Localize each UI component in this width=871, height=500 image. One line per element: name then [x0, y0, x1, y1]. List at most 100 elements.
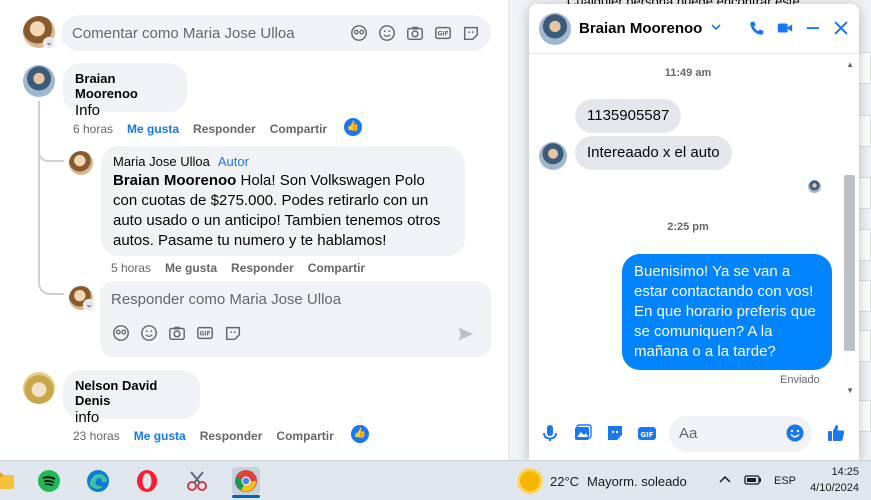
scroll-down-arrow[interactable]: ▼: [846, 386, 854, 395]
gif-icon[interactable]: GIF: [636, 422, 658, 444]
image-icon[interactable]: [571, 422, 593, 444]
avatar-sticker-icon[interactable]: [350, 24, 368, 42]
clock-date: 4/10/2024: [810, 482, 859, 494]
gif-icon[interactable]: GIF: [196, 324, 214, 342]
comment-time[interactable]: 23 horas: [73, 429, 120, 443]
minimize-icon[interactable]: [803, 18, 823, 38]
sticker-icon[interactable]: [462, 24, 480, 42]
emoji-icon[interactable]: [784, 422, 806, 444]
comment-bubble: Braian Moorenoo Info: [63, 63, 187, 119]
seen-avatar: [808, 180, 821, 193]
like-reaction-icon[interactable]: 👍: [351, 425, 369, 443]
reply-author[interactable]: Maria Jose Ulloa: [113, 154, 210, 169]
comments-panel: ⌄ Comentar como Maria Jose Ulloa GIF Bra…: [0, 0, 509, 460]
message-input-placeholder: Aa: [679, 425, 698, 442]
message-timestamp: 2:25 pm: [667, 221, 709, 233]
avatar-maria[interactable]: [69, 151, 93, 175]
camera-icon[interactable]: [168, 324, 186, 342]
comment-actions: 23 horas Me gusta Responder Compartir: [73, 429, 334, 443]
comment-input-placeholder: Comentar como Maria Jose Ulloa: [72, 25, 295, 42]
chat-contact-avatar[interactable]: [539, 13, 571, 45]
message-in[interactable]: 1135905587: [575, 99, 682, 133]
thread-connector: [38, 161, 64, 295]
mention-link[interactable]: Braian Moorenoo: [113, 172, 236, 189]
comment-author[interactable]: Nelson David Denis: [75, 378, 188, 408]
scroll-up-arrow[interactable]: ▲: [846, 60, 854, 69]
comment-time[interactable]: 6 horas: [73, 122, 113, 136]
author-badge: Autor: [217, 154, 249, 169]
reply-input-tools: GIF: [112, 324, 242, 342]
reply-bubble: Maria Jose Ulloa Autor Braian Moorenoo Ho…: [101, 146, 465, 256]
sender-avatar[interactable]: [539, 142, 567, 170]
windows-taskbar: 22°C Mayorm. soleado ESP 14:25 4/10/2024: [0, 460, 871, 500]
active-app-indicator: [232, 495, 260, 498]
reply-button[interactable]: Responder: [193, 122, 256, 136]
chevron-down-icon[interactable]: [710, 21, 722, 36]
svg-text:GIF: GIF: [200, 332, 211, 338]
weather-widget[interactable]: 22°C Mayorm. soleado: [520, 461, 687, 500]
system-clock[interactable]: 14:25 4/10/2024: [810, 464, 859, 496]
weather-description: Mayorm. soleado: [587, 473, 687, 489]
video-call-icon[interactable]: [775, 18, 795, 38]
chat-contact-name[interactable]: Braian Moorenoo: [579, 20, 702, 37]
sticker-icon[interactable]: [604, 422, 626, 444]
chevron-up-icon[interactable]: [718, 473, 732, 490]
avatar-sticker-icon[interactable]: [112, 324, 130, 342]
comment-author[interactable]: Braian Moorenoo: [75, 71, 175, 101]
reply-text-wrap: Braian Moorenoo Hola! Son Volkswagen Pol…: [113, 171, 453, 251]
share-button[interactable]: Compartir: [270, 122, 327, 136]
snipping-tool-icon[interactable]: [183, 467, 211, 495]
reply-input[interactable]: Responder como Maria Jose Ulloa: [100, 281, 491, 357]
like-button[interactable]: Me gusta: [165, 261, 217, 275]
svg-text:GIF: GIF: [640, 431, 653, 439]
like-reaction-icon[interactable]: 👍: [344, 118, 362, 136]
close-icon[interactable]: [831, 18, 851, 38]
chrome-icon[interactable]: [232, 467, 260, 495]
reply-author-line: Maria Jose Ulloa Autor: [113, 154, 453, 169]
like-button[interactable]: Me gusta: [134, 429, 186, 443]
emoji-icon[interactable]: [378, 24, 396, 42]
messenger-chat-window: Braian Moorenoo 11:49 am 1135905587 Inte…: [529, 4, 859, 460]
page-gutter: [509, 0, 529, 460]
file-explorer-icon[interactable]: [0, 467, 18, 495]
gif-icon[interactable]: GIF: [434, 24, 452, 42]
scrollbar-thumb[interactable]: [844, 175, 855, 351]
microphone-icon[interactable]: [539, 422, 561, 444]
edge-browser-icon[interactable]: [84, 467, 112, 495]
chat-messages[interactable]: 11:49 am 1135905587 Intereaado x el auto…: [529, 54, 859, 408]
opera-icon[interactable]: [133, 467, 161, 495]
sticker-icon[interactable]: [224, 324, 242, 342]
share-button[interactable]: Compartir: [276, 429, 333, 443]
chat-header[interactable]: Braian Moorenoo: [529, 4, 859, 54]
phone-icon[interactable]: [747, 18, 767, 38]
reply-button[interactable]: Responder: [200, 429, 263, 443]
comment-text: info: [75, 409, 100, 426]
comment-bubble: Nelson David Denis info: [63, 370, 200, 426]
chat-composer: GIF Aa: [529, 408, 859, 460]
message-out[interactable]: Buenisimo! Ya se van a estar contactando…: [622, 254, 832, 370]
send-icon[interactable]: [457, 325, 475, 343]
reply-button[interactable]: Responder: [231, 261, 294, 275]
share-button[interactable]: Compartir: [308, 261, 365, 275]
avatar-nelson[interactable]: [23, 372, 55, 404]
language-indicator[interactable]: ESP: [774, 475, 796, 487]
message-status: Enviado: [780, 374, 820, 386]
chevron-down-icon[interactable]: ⌄: [43, 37, 55, 49]
system-tray: ESP: [718, 461, 796, 500]
camera-icon[interactable]: [406, 24, 424, 42]
emoji-icon[interactable]: [140, 324, 158, 342]
thumbs-up-icon[interactable]: [825, 422, 847, 444]
reply-actions: 5 horas Me gusta Responder Compartir: [111, 261, 365, 275]
comment-text: Info: [75, 102, 101, 119]
like-button[interactable]: Me gusta: [127, 122, 179, 136]
reply-input-placeholder: Responder como Maria Jose Ulloa: [111, 291, 342, 308]
clock-time: 14:25: [831, 466, 859, 478]
thread-connector: [38, 140, 64, 162]
sun-icon: [520, 471, 540, 491]
battery-icon[interactable]: [744, 474, 762, 489]
message-in[interactable]: Intereaado x el auto: [575, 136, 732, 170]
reply-time[interactable]: 5 horas: [111, 261, 151, 275]
chevron-down-icon[interactable]: ⌄: [83, 299, 95, 311]
spotify-icon[interactable]: [35, 467, 63, 495]
avatar-braian[interactable]: [23, 65, 55, 97]
